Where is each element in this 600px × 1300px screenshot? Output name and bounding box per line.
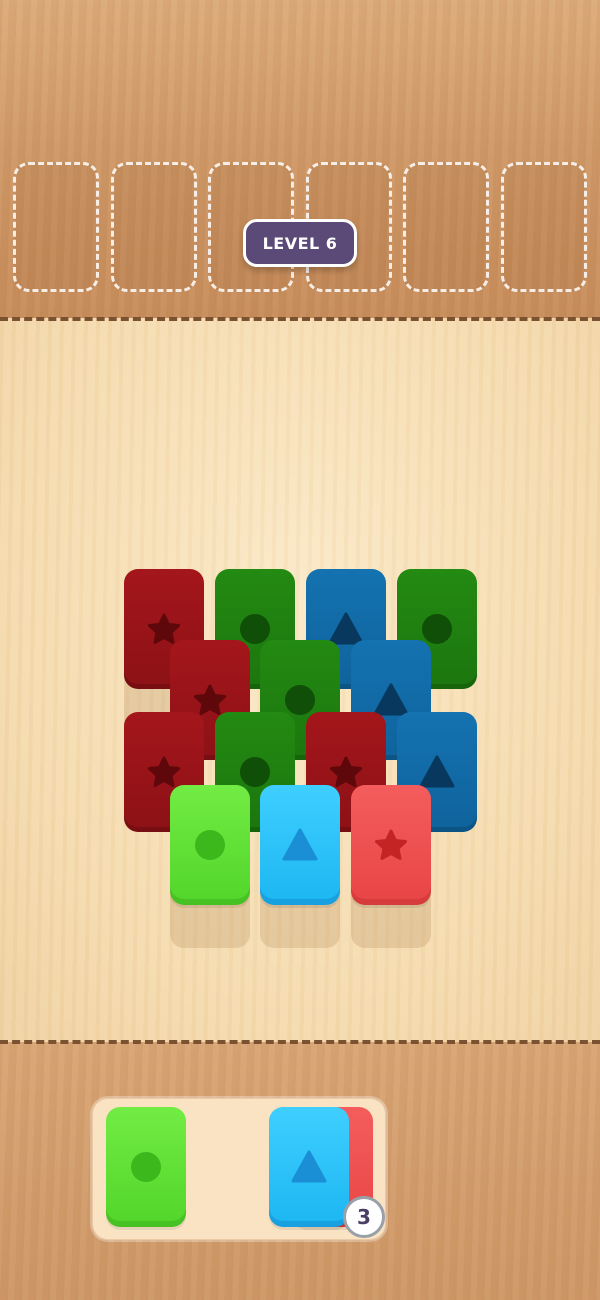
collection-slot-2 (111, 162, 197, 292)
circle-icon (195, 830, 225, 860)
stack-count-badge: 3 (343, 1196, 385, 1238)
board-top-stitch (0, 317, 600, 321)
star-icon (375, 829, 407, 860)
collection-slot-5 (403, 162, 489, 292)
tray-tile-light-green-circle[interactable] (106, 1107, 186, 1227)
level-badge: LEVEL 6 (243, 219, 357, 267)
circle-icon (131, 1152, 161, 1182)
collection-slot-6 (501, 162, 587, 292)
tile-light-red-star[interactable] (351, 785, 431, 905)
triangle-icon (291, 1150, 327, 1183)
triangle-icon (282, 828, 318, 861)
tile-light-blue-triangle[interactable] (260, 785, 340, 905)
board-bottom-stitch (0, 1040, 600, 1044)
collection-slot-1 (13, 162, 99, 292)
tile-light-green-circle[interactable] (170, 785, 250, 905)
tray-tile-light-blue-triangle[interactable] (269, 1107, 349, 1227)
